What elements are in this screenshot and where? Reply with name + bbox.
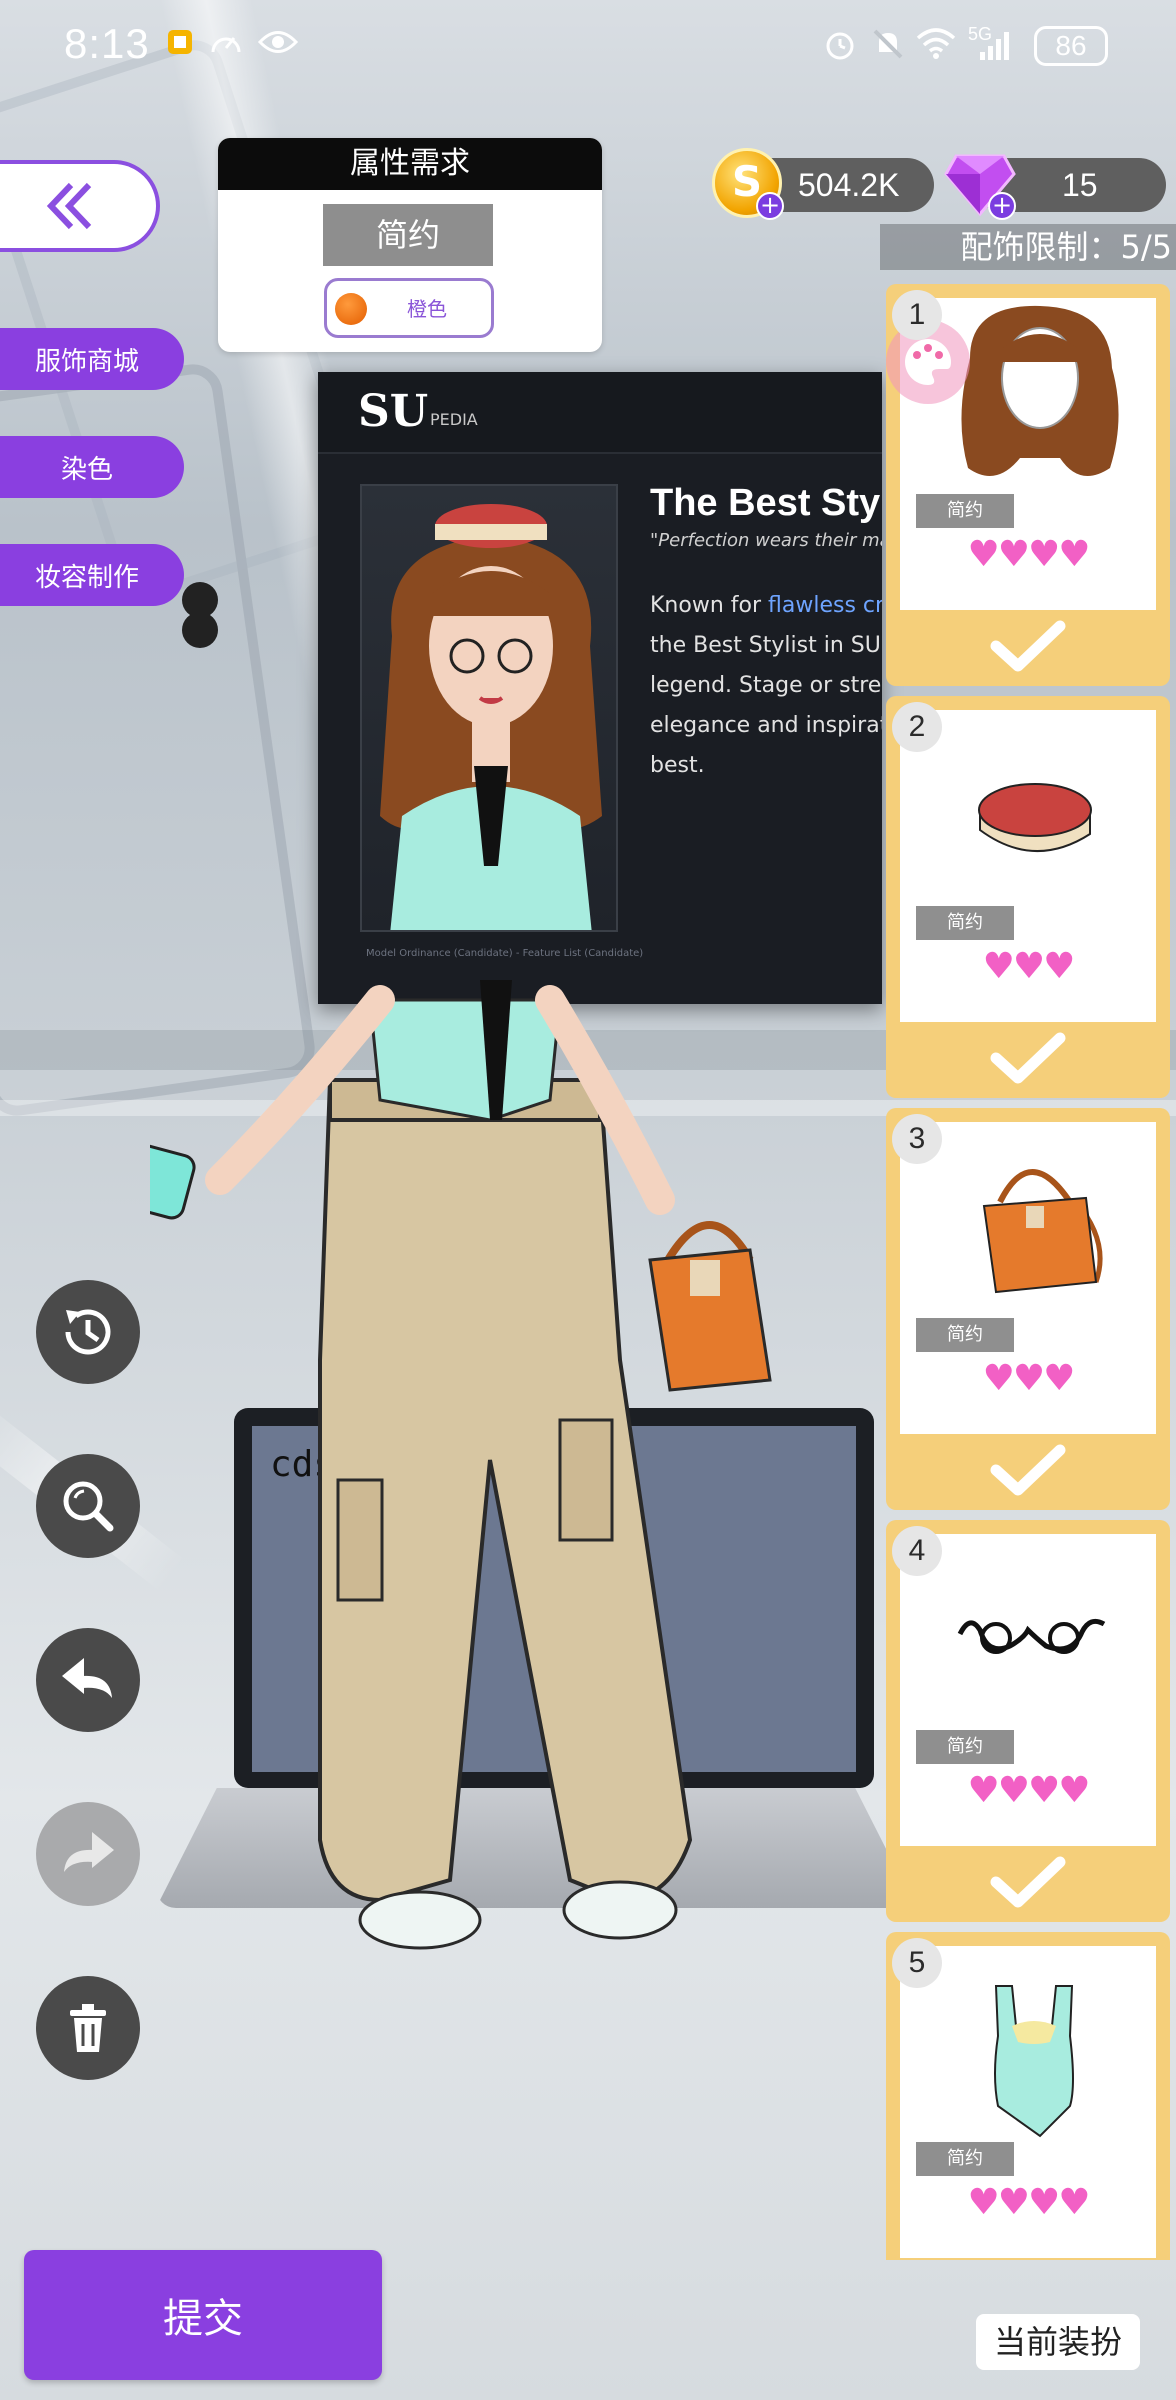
requirement-style-tag: 简约 — [323, 204, 493, 266]
delete-button[interactable] — [36, 1976, 140, 2080]
accessory-style-tag: 简约 — [916, 1318, 1014, 1352]
accessory-hearts: ♥♥♥♥ — [967, 2182, 1090, 2223]
undo-button[interactable] — [36, 1628, 140, 1732]
accessory-hearts: ♥♥♥ — [982, 946, 1076, 987]
history-button[interactable] — [36, 1280, 140, 1384]
accessory-card[interactable]: 1 简约 ♥♥♥♥ — [886, 284, 1170, 686]
accessory-card[interactable]: 3 简约 ♥♥♥ — [886, 1108, 1170, 1510]
accessory-number: 2 — [892, 702, 942, 752]
eye-icon — [257, 26, 299, 66]
accessory-preview: 简约 ♥♥♥♥ — [886, 298, 1156, 610]
mint-tank-top-image — [994, 1985, 1074, 2138]
double-chevron-left-icon — [46, 182, 92, 230]
accessory-hearts: ♥♥♥ — [982, 1358, 1076, 1399]
accessory-list[interactable]: 1 简约 ♥♥♥♥ 2 简约 ♥♥♥ 3 简约 ♥♥♥ 4 简约 ♥♥♥♥ 5 … — [878, 280, 1176, 2260]
status-bar: 8:13 5G 86 — [0, 0, 1176, 96]
accessory-style-tag: 简约 — [916, 906, 1014, 940]
requirement-card: 属性需求 简约 橙色 — [218, 138, 602, 352]
accessory-style-tag: 简约 — [916, 2142, 1014, 2176]
trash-icon — [70, 2004, 106, 2052]
redo-button[interactable] — [36, 1802, 140, 1906]
accessory-number: 4 — [892, 1526, 942, 1576]
signal-icon — [976, 26, 1016, 66]
alarm-icon — [820, 26, 860, 66]
accessory-number: 5 — [892, 1938, 942, 1988]
selected-checkmark-icon — [886, 1028, 1170, 1088]
red-pillbox-hat-image — [978, 783, 1092, 852]
accessory-number: 3 — [892, 1114, 942, 1164]
orange-handbag-image — [982, 1169, 1103, 1294]
wifi-icon — [916, 26, 956, 66]
zoom-button[interactable] — [36, 1454, 140, 1558]
accessory-preview: 简约 ♥♥♥♥ — [900, 1946, 1156, 2258]
accessory-style-tag: 简约 — [916, 494, 1014, 528]
redo-icon — [64, 1832, 114, 1872]
accessory-preview: 简约 ♥♥♥♥ — [900, 1534, 1156, 1846]
accessory-preview: 简约 ♥♥♥ — [900, 710, 1156, 1022]
accessory-card[interactable]: 2 简约 ♥♥♥ — [886, 696, 1170, 1098]
black-glasses-image — [957, 1618, 1106, 1654]
add-coins-icon[interactable]: + — [756, 192, 784, 220]
requirement-color-label: 橙色 — [407, 297, 447, 321]
requirement-color-tag: 橙色 — [324, 278, 494, 338]
clothing-shop-button[interactable]: 服饰商城 — [0, 328, 184, 390]
pedia-logo: SU — [358, 386, 429, 437]
undo-icon — [62, 1658, 112, 1698]
back-button[interactable] — [0, 160, 160, 252]
status-time: 8:13 — [64, 20, 150, 67]
orange-color-swatch — [335, 293, 367, 325]
accessory-limit: 配饰限制：5/5 — [880, 224, 1176, 270]
selected-checkmark-icon — [886, 1852, 1170, 1912]
battery-icon: 86 — [1034, 26, 1108, 66]
current-outfit-button[interactable]: 当前装扮 — [976, 2314, 1140, 2370]
pedia-header: SU PEDIA — [318, 372, 882, 454]
mute-bell-icon — [868, 26, 908, 66]
speedometer-icon — [206, 26, 246, 66]
accessory-hearts: ♥♥♥♥ — [967, 534, 1090, 575]
requirement-title: 属性需求 — [218, 138, 602, 190]
accessory-hearts: ♥♥♥♥ — [967, 1770, 1090, 1811]
submit-button[interactable]: 提交 — [24, 2250, 382, 2380]
accessory-preview: 简约 ♥♥♥ — [900, 1122, 1156, 1434]
accessory-card[interactable]: 4 简约 ♥♥♥♥ — [886, 1520, 1170, 1922]
selected-checkmark-icon — [886, 616, 1170, 676]
accessory-card[interactable]: 5 简约 ♥♥♥♥ — [886, 1932, 1170, 2260]
zoom-icon — [63, 1481, 114, 1532]
selected-checkmark-icon — [886, 1440, 1170, 1500]
history-icon — [65, 1309, 111, 1355]
app-notification-icon — [160, 26, 200, 66]
accessory-number: 1 — [892, 290, 942, 340]
add-gems-icon[interactable]: + — [988, 192, 1016, 220]
pedia-logo-sub: PEDIA — [430, 410, 478, 429]
stylist-character: ★ ★ — [150, 582, 772, 1950]
accessory-style-tag: 简约 — [916, 1730, 1014, 1764]
